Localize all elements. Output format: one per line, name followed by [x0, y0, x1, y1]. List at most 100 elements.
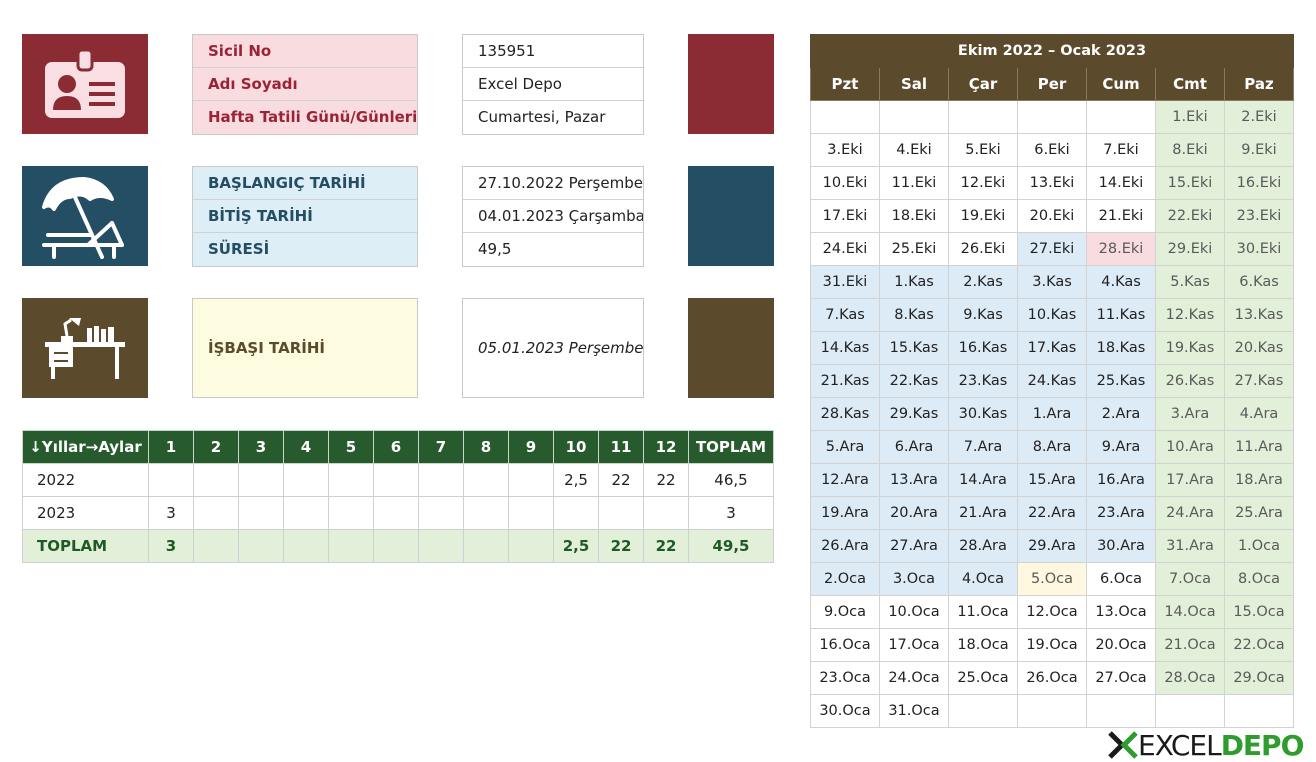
calendar-week-row: 24.Eki 25.Eki 26.Eki 27.Eki 28.Eki 29.Eki 30.E… [810, 232, 1294, 266]
summary-cell [508, 529, 554, 563]
calendar-day: 11.Ara [1224, 430, 1294, 464]
calendar-day: 15.Ara [1017, 463, 1087, 497]
calendar-day: 3.Kas [1017, 265, 1087, 299]
summary-cell [373, 529, 419, 563]
calendar-day: 6.Kas [1224, 265, 1294, 299]
label-sicil-no: Sicil No [193, 35, 417, 68]
calendar-day: 29.Ara [1017, 529, 1087, 563]
calendar-day: 9.Oca [810, 595, 880, 629]
summary-cell [508, 496, 554, 530]
calendar-day: 3.Eki [810, 133, 880, 167]
calendar-day: 30.Ara [1086, 529, 1156, 563]
calendar-day: 24.Ara [1155, 496, 1225, 530]
calendar-day: 29.Kas [879, 397, 949, 431]
calendar-day: 11.Eki [879, 166, 949, 200]
calendar-day: 31.Eki [810, 265, 880, 299]
calendar-day: 31.Oca [879, 694, 949, 728]
summary-header-month: 4 [283, 430, 329, 464]
weekday-header: Cum [1086, 67, 1156, 101]
calendar-day: 13.Eki [1017, 166, 1087, 200]
calendar-day: 28.Oca [1155, 661, 1225, 695]
calendar-day: 25.Ara [1224, 496, 1294, 530]
calendar-day: 10.Kas [1017, 298, 1087, 332]
weekday-header: Cmt [1155, 67, 1225, 101]
personal-labels: Sicil No Adı Soyadı Hafta Tatili Günü/Gü… [192, 34, 418, 135]
calendar-day: 4.Oca [948, 562, 1018, 596]
calendar-day: 20.Oca [1086, 628, 1156, 662]
calendar-day: 27.Eki [1017, 232, 1087, 266]
value-bitis[interactable]: 04.01.2023 Çarşamba [463, 200, 643, 233]
calendar-day: 18.Ara [1224, 463, 1294, 497]
summary-year-row: 2022 2,5 22 22 46,5 [22, 463, 774, 497]
calendar-day: 21.Eki [1086, 199, 1156, 233]
calendar-day: 2.Ara [1086, 397, 1156, 431]
calendar-week-row: 28.Kas 29.Kas 30.Kas 1.Ara 2.Ara 3.Ara 4.Ara [810, 397, 1294, 431]
label-suresi: SÜRESİ [208, 240, 270, 258]
excel-depo-x-icon [1108, 731, 1138, 759]
value-baslangic[interactable]: 27.10.2022 Perşembe [463, 167, 643, 200]
weekday-header: Pzt [810, 67, 880, 101]
value-hafta-tatili[interactable]: Cumartesi, Pazar [463, 101, 643, 134]
summary-cell [463, 529, 509, 563]
calendar-day: 19.Ara [810, 496, 880, 530]
calendar-day: 27.Ara [879, 529, 949, 563]
summary-cell [643, 496, 689, 530]
weekday-header: Per [1017, 67, 1087, 101]
calendar-week-row: 30.Oca 31.Oca [810, 694, 1294, 728]
summary-header-month: 8 [463, 430, 509, 464]
calendar-day: 23.Ara [1086, 496, 1156, 530]
calendar-week-row: 9.Oca 10.Oca 11.Oca 12.Oca 13.Oca 14.Oca 15.Oc… [810, 595, 1294, 629]
summary-cell [148, 463, 194, 497]
return-color-swatch [688, 298, 774, 398]
summary-cell [463, 496, 509, 530]
calendar-empty [1155, 694, 1225, 728]
return-icon-box [22, 298, 148, 398]
calendar-week-row: 31.Eki 1.Kas 2.Kas 3.Kas 4.Kas 5.Kas 6.Kas [810, 265, 1294, 299]
calendar-day: 13.Kas [1224, 298, 1294, 332]
id-card-icon [45, 48, 125, 118]
summary-cell: 22 [598, 463, 644, 497]
beach-umbrella-icon [42, 177, 124, 259]
calendar-week-row: 7.Kas 8.Kas 9.Kas 10.Kas 11.Kas 12.Kas 13.Kas [810, 298, 1294, 332]
calendar-day: 9.Kas [948, 298, 1018, 332]
value-sicil-no[interactable]: 135951 [463, 35, 643, 68]
logo-part-depo: DEPO [1220, 728, 1305, 762]
calendar-day: 10.Eki [810, 166, 880, 200]
summary-cell: 22 [643, 463, 689, 497]
return-label-box: İŞBAŞI TARİHİ [192, 298, 418, 398]
calendar-day: 5.Eki [948, 133, 1018, 167]
calendar-day: 30.Oca [810, 694, 880, 728]
calendar-day: 8.Ara [1017, 430, 1087, 464]
calendar-day: 9.Eki [1224, 133, 1294, 167]
summary-header-month: 5 [328, 430, 374, 464]
calendar-empty [810, 100, 880, 134]
calendar-empty [948, 100, 1018, 134]
calendar-empty [1017, 100, 1087, 134]
calendar-empty [1086, 100, 1156, 134]
calendar-empty [1086, 694, 1156, 728]
calendar-empty [948, 694, 1018, 728]
calendar-day: 8.Eki [1155, 133, 1225, 167]
calendar-day: 30.Eki [1224, 232, 1294, 266]
calendar-day: 16.Eki [1224, 166, 1294, 200]
weekday-header: Sal [879, 67, 949, 101]
value-ad-soyad[interactable]: Excel Depo [463, 68, 643, 101]
calendar-day: 16.Ara [1086, 463, 1156, 497]
calendar-empty [1017, 694, 1087, 728]
calendar-day: 26.Eki [948, 232, 1018, 266]
summary-cell [328, 463, 374, 497]
calendar-week-row: 12.Ara 13.Ara 14.Ara 15.Ara 16.Ara 17.Ara 18.A… [810, 463, 1294, 497]
calendar-day: 25.Eki [879, 232, 949, 266]
return-value-box: 05.01.2023 Perşembe [462, 298, 644, 398]
calendar-day: 1.Kas [879, 265, 949, 299]
calendar-day: 14.Eki [1086, 166, 1156, 200]
calendar-day: 6.Oca [1086, 562, 1156, 596]
summary-row-label: 2022 [22, 463, 149, 497]
calendar-week-row: 14.Kas 15.Kas 16.Kas 17.Kas 18.Kas 19.Kas 20.K… [810, 331, 1294, 365]
summary-row-label: TOPLAM [22, 529, 149, 563]
summary-header-month: 12 [643, 430, 689, 464]
summary-table: ↓Yıllar→Aylar 1 2 3 4 5 6 7 8 9 10 11 12 TOPLAM 2022 2… [22, 430, 774, 563]
summary-year-row: 2023 3 3 [22, 496, 774, 530]
summary-cell: 22 [598, 529, 644, 563]
leave-values: 27.10.2022 Perşembe 04.01.2023 Çarşamba … [462, 166, 644, 267]
